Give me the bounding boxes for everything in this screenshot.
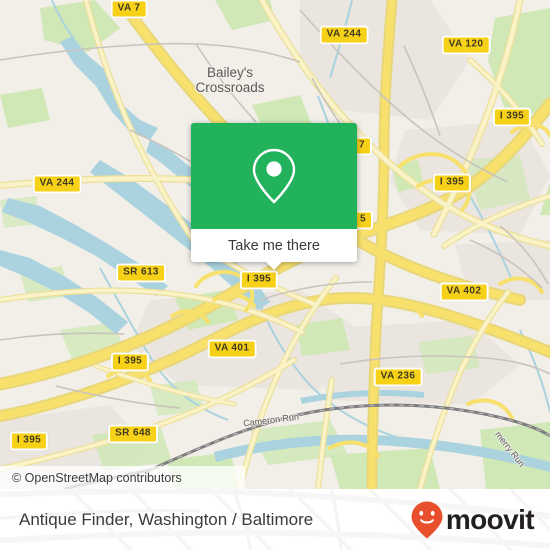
shield-va-402: VA 402 xyxy=(439,282,489,302)
moovit-wordmark: moovit xyxy=(445,503,535,535)
place-label-baileys-crossroads: Bailey's Crossroads xyxy=(195,65,264,95)
shield-va-244-top: VA 244 xyxy=(319,25,369,45)
shield-i-395-w: I 395 xyxy=(110,352,150,372)
shield-va-236: VA 236 xyxy=(373,367,423,387)
map-attribution[interactable]: © OpenStreetMap contributors xyxy=(0,466,245,489)
shield-i-395-ne: I 395 xyxy=(492,107,532,127)
shield-va-120: VA 120 xyxy=(441,35,491,55)
place-label-line1: Bailey's xyxy=(206,65,254,80)
shield-i-395-e: I 395 xyxy=(432,173,472,193)
shield-i-395-sw: I 395 xyxy=(9,431,49,451)
moovit-logo[interactable]: moovit xyxy=(410,500,535,540)
page-footer: Antique Finder, Washington / Baltimore m… xyxy=(0,489,550,550)
popup-tail xyxy=(265,261,283,270)
shield-va-244-left: VA 244 xyxy=(32,174,82,194)
page-title: Antique Finder, Washington / Baltimore xyxy=(19,509,314,529)
popup-footer[interactable]: Take me there xyxy=(191,229,357,262)
moovit-pin-icon xyxy=(411,501,443,538)
place-label-line2: Crossroads xyxy=(195,80,265,95)
shield-sr-613: SR 613 xyxy=(116,263,166,283)
shield-i-395-center: I 395 xyxy=(239,270,279,290)
station-popup-card[interactable]: Take me there xyxy=(191,123,357,270)
shield-sr-648: SR 648 xyxy=(108,424,158,444)
shield-va-7: VA 7 xyxy=(110,0,148,19)
popup-header xyxy=(191,123,357,229)
map-canvas[interactable]: Bailey's Crossroads Cameron Run merry Ru… xyxy=(0,0,550,489)
attribution-text: © OpenStreetMap contributors xyxy=(12,470,182,485)
shield-va-401: VA 401 xyxy=(207,339,257,359)
take-me-there-button[interactable]: Take me there xyxy=(228,238,320,254)
map-pin-icon xyxy=(252,148,296,204)
moovit-station-card: Bailey's Crossroads Cameron Run merry Ru… xyxy=(0,0,550,550)
